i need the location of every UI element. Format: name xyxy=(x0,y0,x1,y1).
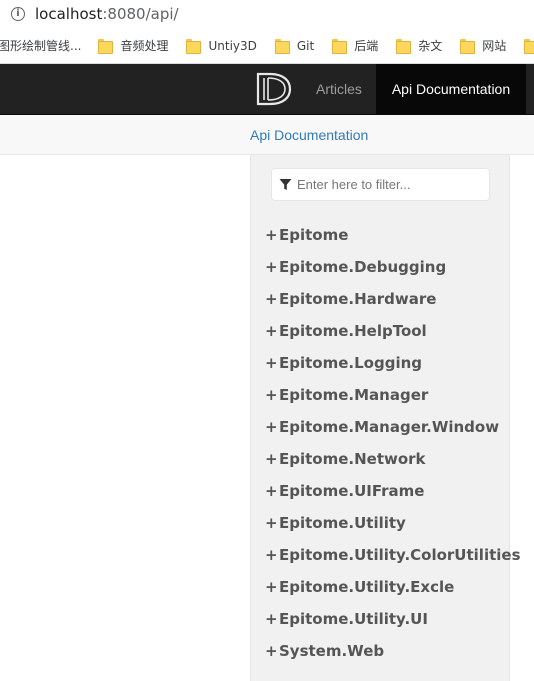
bookmarks-bar: 图形绘制管线... 音频处理 Untiy3D Git 后端 杂文 网站 xyxy=(0,28,534,64)
toc-item-label[interactable]: Epitome.Utility.Excle xyxy=(279,578,454,596)
expand-icon[interactable]: + xyxy=(265,226,279,244)
info-icon[interactable]: i xyxy=(11,7,25,21)
nav-api-documentation[interactable]: Api Documentation xyxy=(376,64,526,114)
toc-sidebar: +Epitome +Epitome.Debugging +Epitome.Har… xyxy=(250,155,521,681)
filter-box xyxy=(271,168,490,201)
toc-item-label[interactable]: Epitome.Hardware xyxy=(279,290,436,308)
folder-icon xyxy=(460,39,476,54)
nav-articles[interactable]: Articles xyxy=(304,64,374,114)
expand-icon[interactable]: + xyxy=(265,258,279,276)
toc-item-label[interactable]: Epitome.Manager xyxy=(279,386,428,404)
toc-item-label[interactable]: Epitome.UIFrame xyxy=(279,482,424,500)
toc-item-label[interactable]: Epitome.Network xyxy=(279,450,426,468)
toc-item-epitome-uiframe[interactable]: + Epitome.UIFrame xyxy=(265,475,521,507)
expand-icon[interactable]: + xyxy=(265,386,279,404)
expand-icon[interactable]: + xyxy=(265,514,279,532)
url-text[interactable]: localhost:8080/api/ xyxy=(35,5,179,23)
toc-item-epitome-debugging[interactable]: + Epitome.Debugging xyxy=(265,251,521,283)
folder-icon xyxy=(396,39,412,54)
filter-icon xyxy=(278,178,292,192)
folder-icon xyxy=(524,39,534,54)
toc-item-epitome-network[interactable]: + Epitome.Network xyxy=(265,443,521,475)
folder-icon xyxy=(332,39,348,54)
toc-item-system-web[interactable]: + System.Web xyxy=(265,635,521,667)
bookmark-item[interactable]: 杂文 xyxy=(396,37,442,54)
filter-input[interactable] xyxy=(297,177,482,192)
bookmark-item[interactable]: 后端 xyxy=(332,37,378,54)
toc-item-label[interactable]: Epitome.Utility.ColorUtilities xyxy=(279,546,521,564)
toc-item-epitome[interactable]: + Epitome xyxy=(265,219,521,251)
expand-icon[interactable]: + xyxy=(265,578,279,596)
bookmark-label: Untiy3D xyxy=(208,38,257,53)
url-path: :8080/api/ xyxy=(102,5,179,23)
toc-item-epitome-utility[interactable]: + Epitome.Utility xyxy=(265,507,521,539)
address-bar[interactable]: i localhost:8080/api/ xyxy=(0,0,534,28)
expand-icon[interactable]: + xyxy=(265,610,279,628)
expand-icon[interactable]: + xyxy=(265,290,279,308)
toc-item-epitome-helptool[interactable]: + Epitome.HelpTool xyxy=(265,315,521,347)
toc-item-label[interactable]: System.Web xyxy=(279,642,384,660)
folder-icon xyxy=(274,39,290,54)
toc-item-epitome-hardware[interactable]: + Epitome.Hardware xyxy=(265,283,521,315)
toc-item-epitome-manager-window[interactable]: + Epitome.Manager.Window xyxy=(265,411,521,443)
expand-icon[interactable]: + xyxy=(265,450,279,468)
expand-icon[interactable]: + xyxy=(265,354,279,372)
toc-item-label[interactable]: Epitome.HelpTool xyxy=(279,322,427,340)
namespace-list: + Epitome + Epitome.Debugging + Epitome.Har… xyxy=(265,219,521,667)
toc-item-epitome-manager[interactable]: + Epitome.Manager xyxy=(265,379,521,411)
bookmark-label: Git xyxy=(296,38,315,53)
top-navbar: Articles Api Documentation xyxy=(0,64,534,115)
folder-icon xyxy=(186,39,202,54)
bookmark-label: 后端 xyxy=(354,39,379,53)
bookmark-item[interactable]: 网站 xyxy=(460,37,506,54)
toc-item-epitome-utility-ui[interactable]: + Epitome.Utility.UI xyxy=(265,603,521,635)
bookmark-label: 图形绘制管线... xyxy=(0,39,82,53)
bookmark-label: 音频处理 xyxy=(120,39,169,53)
bookmark-label: 杂文 xyxy=(418,39,443,53)
expand-icon[interactable]: + xyxy=(265,418,279,436)
toc-item-label[interactable]: Epitome.Logging xyxy=(279,354,422,372)
bookmark-item-overflow[interactable] xyxy=(524,39,534,54)
expand-icon[interactable]: + xyxy=(265,546,279,564)
bookmark-item[interactable]: 音频处理 xyxy=(98,37,168,54)
toc-item-label[interactable]: Epitome.Manager.Window xyxy=(279,418,499,436)
toc-item-epitome-utility-colorutilities[interactable]: + Epitome.Utility.ColorUtilities xyxy=(265,539,521,571)
bookmark-item[interactable]: Git xyxy=(274,38,315,54)
toc-item-label[interactable]: Epitome xyxy=(279,226,348,244)
expand-icon[interactable]: + xyxy=(265,482,279,500)
docfx-logo-icon[interactable] xyxy=(255,71,293,107)
breadcrumb-link[interactable]: Api Documentation xyxy=(250,127,368,143)
toc-item-epitome-utility-excle[interactable]: + Epitome.Utility.Excle xyxy=(265,571,521,603)
expand-icon[interactable]: + xyxy=(265,322,279,340)
bookmark-item[interactable]: 图形绘制管线... xyxy=(0,37,81,54)
breadcrumb-bar: Api Documentation xyxy=(0,115,534,155)
toc-item-label[interactable]: Epitome.Utility.UI xyxy=(279,610,428,628)
bookmark-item[interactable]: Untiy3D xyxy=(186,38,257,54)
toc-item-epitome-logging[interactable]: + Epitome.Logging xyxy=(265,347,521,379)
url-host: localhost xyxy=(35,5,103,23)
toc-item-label[interactable]: Epitome.Utility xyxy=(279,514,406,532)
bookmark-label: 网站 xyxy=(482,39,507,53)
folder-icon xyxy=(98,39,114,54)
expand-icon[interactable]: + xyxy=(265,642,279,660)
toc-item-label[interactable]: Epitome.Debugging xyxy=(279,258,446,276)
